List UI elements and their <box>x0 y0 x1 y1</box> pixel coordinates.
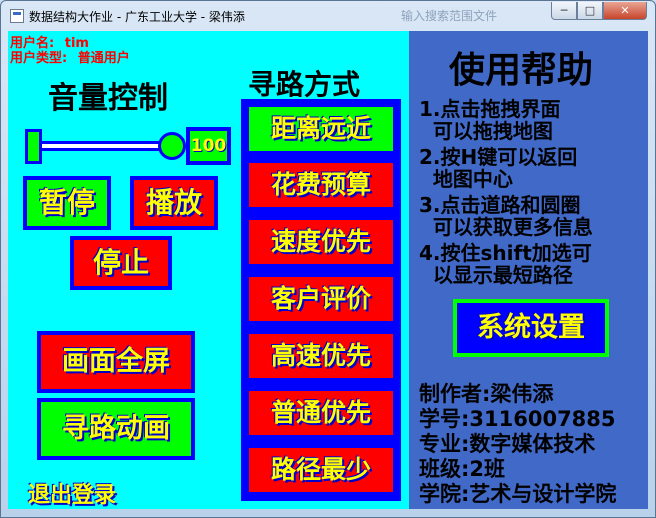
client-area: 用户名: tim 用户类型: 普通用户 音量控制 100 暂停 播放 停止 画面… <box>8 31 648 509</box>
route-option-fewest[interactable]: 路径最少 <box>245 444 397 496</box>
route-option-distance[interactable]: 距离远近 <box>245 103 397 155</box>
help-line: 可以拖拽地图 <box>419 119 553 143</box>
route-option-normal-road[interactable]: 普通优先 <box>245 387 397 439</box>
help-line: 可以获取更多信息 <box>419 215 593 239</box>
user-type-value: 普通用户 <box>77 51 130 66</box>
fullscreen-button[interactable]: 画面全屏 <box>37 331 195 393</box>
minimize-button[interactable]: ─ <box>551 2 577 20</box>
control-panel: 用户名: tim 用户类型: 普通用户 音量控制 100 暂停 播放 停止 画面… <box>8 31 409 509</box>
app-window: 数据结构大作业 - 广东工业大学 - 梁伟添 输入搜索范围文件 ─ □ ✕ 用户… <box>0 0 656 518</box>
route-heading: 寻路方式 <box>248 68 361 101</box>
stop-button[interactable]: 停止 <box>70 236 172 290</box>
volume-heading: 音量控制 <box>48 81 168 116</box>
system-settings-button[interactable]: 系统设置 <box>453 299 609 357</box>
user-type-label: 用户类型: 普通用户 <box>10 51 130 66</box>
help-line: 以显示最短路径 <box>419 263 573 287</box>
help-line: 地图中心 <box>419 167 513 191</box>
route-option-speed[interactable]: 速度优先 <box>245 216 397 268</box>
route-animation-button[interactable]: 寻路动画 <box>37 398 195 460</box>
author-college: 学院:艺术与设计学院 <box>419 482 617 506</box>
volume-slider-left-handle[interactable] <box>25 129 42 164</box>
route-option-cost[interactable]: 花费预算 <box>245 159 397 211</box>
route-option-rating[interactable]: 客户评价 <box>245 273 397 325</box>
route-options-panel: 距离远近 花费预算 速度优先 客户评价 高速优先 普通优先 路径最少 <box>241 99 401 501</box>
title-bar[interactable]: 数据结构大作业 - 广东工业大学 - 梁伟添 输入搜索范围文件 ─ □ ✕ <box>1 1 655 31</box>
play-button[interactable]: 播放 <box>130 176 218 230</box>
volume-slider-track[interactable] <box>31 141 171 151</box>
app-icon <box>10 9 24 23</box>
volume-level-value: 100 <box>186 127 231 165</box>
background-search-text: 输入搜索范围文件 <box>401 9 498 23</box>
window-title: 数据结构大作业 - 广东工业大学 - 梁伟添 <box>29 10 245 24</box>
route-option-highway[interactable]: 高速优先 <box>245 330 397 382</box>
help-panel: 使用帮助 1.点击拖拽界面 可以拖拽地图 2.按H键可以返回 地图中心 3.点击… <box>409 31 648 509</box>
pause-button[interactable]: 暂停 <box>23 176 111 230</box>
help-heading: 使用帮助 <box>449 50 594 91</box>
logout-button[interactable]: 退出登录 <box>28 477 116 509</box>
volume-slider-knob[interactable] <box>158 132 186 160</box>
close-button[interactable]: ✕ <box>603 2 647 20</box>
maximize-button[interactable]: □ <box>577 2 603 20</box>
